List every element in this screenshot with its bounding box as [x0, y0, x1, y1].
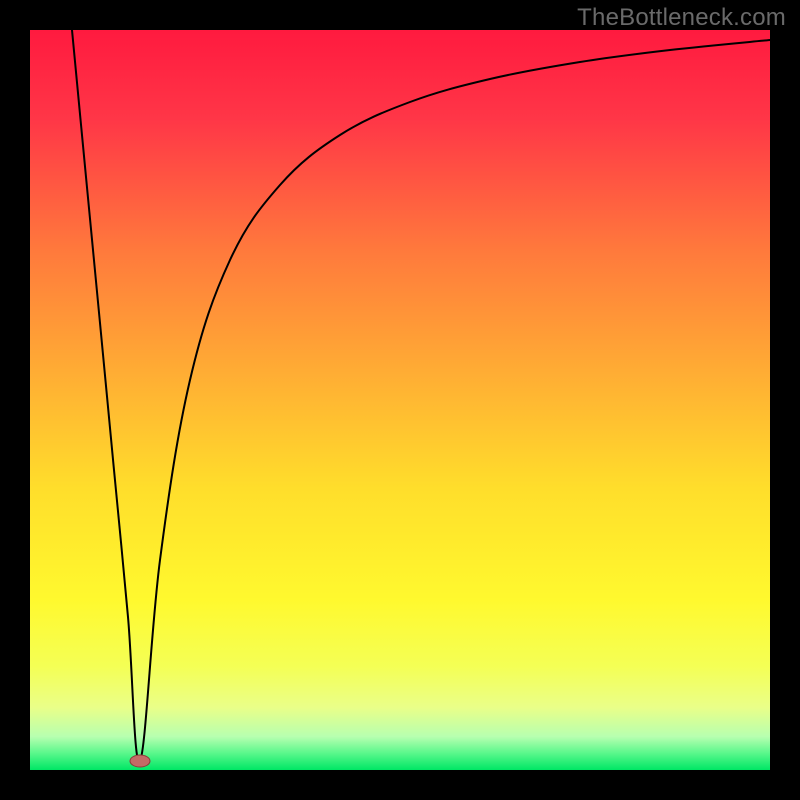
- gradient-background: [30, 30, 770, 770]
- vertex-marker: [130, 755, 150, 767]
- plot-area: [30, 30, 770, 770]
- watermark-text: TheBottleneck.com: [577, 4, 786, 32]
- chart-frame: TheBottleneck.com: [0, 0, 800, 800]
